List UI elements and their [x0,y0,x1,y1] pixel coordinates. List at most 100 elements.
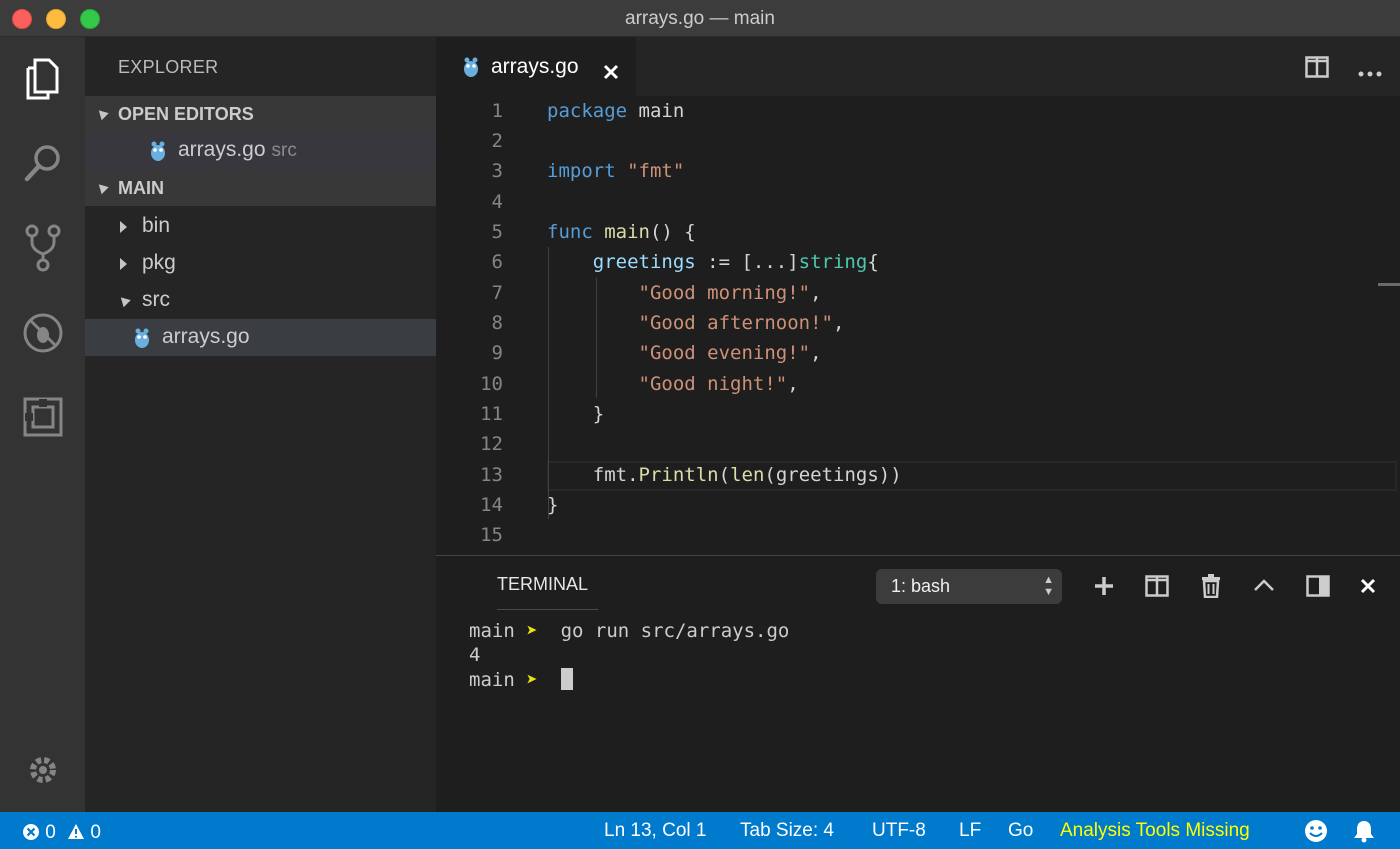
terminal-line[interactable]: main ➤ go run src/arrays.go [469,620,789,642]
line-number: 9 [491,342,503,364]
open-editors-header[interactable]: OPEN EDITORS [85,96,436,132]
new-terminal-button[interactable] [1093,575,1115,602]
chevron-up-icon [1254,579,1274,591]
extensions-activity[interactable] [17,391,69,443]
terminal-select[interactable]: 1: bash ▲ ▼ [876,569,1062,604]
editor-tab-bar: arrays.go [436,37,1400,96]
line-number: 2 [491,130,503,152]
notifications-button[interactable] [1353,819,1375,849]
chevron-right-icon [120,258,127,270]
collapse-triangle-icon [95,106,109,121]
source-control-icon [25,224,61,272]
terminal-cursor [560,668,573,690]
search-activity[interactable] [17,137,69,189]
open-editor-item[interactable]: arrays.go src [85,132,436,170]
code-line: } [592,403,605,425]
plus-icon [1095,577,1113,595]
code-line: fmt.Println(len(greetings)) [592,464,902,486]
title-bar: arrays.go — main [0,0,1400,37]
chevron-right-icon [120,221,127,233]
line-number: 13 [480,464,503,486]
extensions-icon [23,397,63,437]
more-icon [1358,71,1382,77]
code-line: "Good afternoon!", [638,312,845,334]
collapse-triangle-icon [95,180,109,195]
toggle-panel-position-button[interactable] [1306,575,1330,602]
close-icon [1360,578,1376,594]
code-editor[interactable]: 1 2 3 4 5 6 7 8 9 10 11 12 13 14 15 pack… [436,96,1400,555]
search-icon [24,145,60,182]
close-tab-button[interactable] [603,52,619,87]
line-number: 15 [480,524,503,546]
select-arrows-icon: ▲ ▼ [1043,574,1054,598]
maximize-panel-icon [1306,575,1330,597]
line-number: 8 [491,312,503,334]
kill-terminal-button[interactable] [1201,573,1221,603]
gopher-file-icon [464,57,478,77]
files-icon [26,58,59,100]
feedback-button[interactable] [1304,819,1328,849]
gear-icon [30,757,56,783]
error-icon [23,824,39,840]
line-number: 3 [491,160,503,182]
split-editor-button[interactable] [1305,56,1329,83]
terminal-line[interactable]: 4 [469,644,480,666]
language-status[interactable]: Go [1008,820,1033,842]
split-terminal-icon [1145,575,1169,597]
line-number: 10 [480,373,503,395]
code-line: package main [547,100,685,122]
line-number: 14 [480,494,503,516]
tree-item-pkg[interactable]: pkg [85,245,436,282]
code-line: "Good evening!", [638,342,822,364]
terminal-line[interactable]: main ➤ [469,668,573,691]
split-editor-icon [1305,56,1329,78]
bell-icon [1354,821,1374,843]
gopher-file-icon [135,328,149,348]
line-number: 11 [480,403,503,425]
explorer-sidebar: EXPLORER OPEN EDITORS arrays.go src MAIN … [85,37,436,812]
trash-icon [1202,574,1220,599]
line-number: 7 [491,282,503,304]
scrollbar-marker[interactable] [1378,283,1400,286]
tab-terminal[interactable]: TERMINAL [497,574,588,595]
tab-size-status[interactable]: Tab Size: 4 [740,820,834,842]
close-panel-button[interactable] [1360,578,1376,599]
line-number: 1 [491,100,503,122]
tab-arrays-go[interactable]: arrays.go [436,37,636,96]
debug-activity[interactable] [17,307,69,359]
activity-bar [0,37,85,812]
tree-item-arrays-go[interactable]: arrays.go [85,319,436,356]
active-tab-underline [497,609,598,610]
code-line: } [547,494,559,516]
code-line: "Good morning!", [638,282,822,304]
cursor-position-status[interactable]: Ln 13, Col 1 [604,820,706,842]
line-number: 12 [480,433,503,455]
analysis-tools-status[interactable]: Analysis Tools Missing [1060,820,1250,842]
line-number: 6 [491,251,503,273]
warning-icon [68,824,85,839]
maximize-panel-size-button[interactable] [1253,578,1275,597]
window-title: arrays.go — main [625,8,775,29]
smiley-icon [1305,820,1327,842]
problems-status[interactable]: 0 0 [22,822,101,844]
source-control-activity[interactable] [17,222,69,274]
encoding-status[interactable]: UTF-8 [872,820,926,842]
main-folder-header[interactable]: MAIN [85,170,436,206]
tree-item-bin[interactable]: bin [85,208,436,245]
code-line: import "fmt" [547,160,685,182]
manage-activity[interactable] [17,744,69,796]
sidebar-title: EXPLORER [118,57,219,77]
eol-status[interactable]: LF [959,820,981,842]
code-line: greetings := [...]string{ [592,251,879,273]
chevron-down-icon [117,293,131,308]
code-line: "Good night!", [638,373,799,395]
more-actions-button[interactable] [1358,64,1382,82]
line-number: 4 [491,191,503,213]
code-line: func main() { [547,221,696,243]
status-bar: 0 0 Ln 13, Col 1 Tab Size: 4 UTF-8 LF Go… [0,812,1400,849]
debug-icon [23,313,63,353]
terminal-panel: TERMINAL 1: bash ▲ ▼ main ➤ go run src/a… [436,555,1400,812]
tree-item-src[interactable]: src [85,282,436,319]
split-terminal-button[interactable] [1145,575,1169,602]
explorer-activity[interactable] [17,53,69,105]
